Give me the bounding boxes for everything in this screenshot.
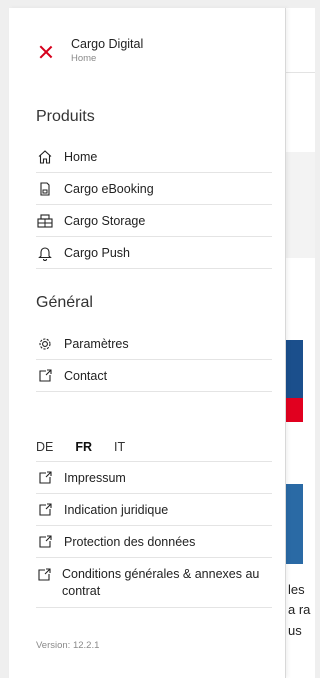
section-title-produits: Produits [36,108,95,125]
current-page-subtitle: Home [71,53,97,64]
menu-item-label: Indication juridique [64,502,169,517]
menu-item-cargo-storage[interactable]: Cargo Storage [36,205,272,237]
close-icon[interactable] [39,45,53,59]
menu-item-label: Protection des données [64,534,196,549]
menu-item-label: Paramètres [64,336,129,351]
bell-icon [36,244,54,262]
menu-item-home[interactable]: Home [36,141,272,173]
menu-item-label: Cargo Push [64,245,131,260]
document-icon [36,180,54,198]
menu-item-label: Cargo Storage [64,213,146,228]
external-link-icon [36,367,54,385]
language-switcher: DE FR IT [36,432,272,462]
external-link-icon [36,566,52,584]
menu-item-label: Impressum [64,470,126,485]
language-option-it[interactable]: IT [114,440,125,454]
background-banner-image [285,484,303,564]
menu-item-label: Conditions générales & annexes au contra… [62,567,260,598]
background-banner-red [285,398,303,422]
home-icon [36,148,54,166]
general-list: Paramètres Contact [36,328,272,392]
background-card [285,152,315,258]
drawer-header: Cargo Digital Home [9,8,285,68]
navigation-drawer: Cargo Digital Home Produits Home Cargo e… [9,8,286,678]
menu-item-cargo-push[interactable]: Cargo Push [36,237,272,269]
menu-item-protection-des-donnees[interactable]: Protection des données [36,526,272,558]
external-link-icon [36,469,54,487]
menu-item-label: Contact [64,368,108,383]
menu-item-indication-juridique[interactable]: Indication juridique [36,494,272,526]
storage-icon [36,212,54,230]
external-link-icon [36,501,54,519]
background-banner-blue [285,340,303,398]
background-text-line: les [288,582,305,597]
menu-item-label: Cargo eBooking [64,181,154,196]
gear-icon [36,335,54,353]
menu-item-conditions-generales[interactable]: Conditions générales & annexes au contra… [36,558,272,608]
produits-list: Home Cargo eBooking Cargo Storage Cargo … [36,141,272,269]
language-option-de[interactable]: DE [36,440,53,454]
menu-item-cargo-ebooking[interactable]: Cargo eBooking [36,173,272,205]
app-version: Version: 12.2.1 [36,640,100,651]
section-title-general: Général [36,294,93,311]
background-divider [285,72,315,73]
menu-item-contact[interactable]: Contact [36,360,272,392]
app-title: Cargo Digital [71,37,144,51]
menu-item-impressum[interactable]: Impressum [36,462,272,494]
background-text-line: a ra [288,602,311,617]
background-text-line: us [288,623,302,638]
legal-list: Impressum Indication juridique Protectio… [36,462,272,608]
menu-item-label: Home [64,149,98,164]
external-link-icon [36,533,54,551]
language-option-fr[interactable]: FR [75,440,92,454]
menu-item-parametres[interactable]: Paramètres [36,328,272,360]
